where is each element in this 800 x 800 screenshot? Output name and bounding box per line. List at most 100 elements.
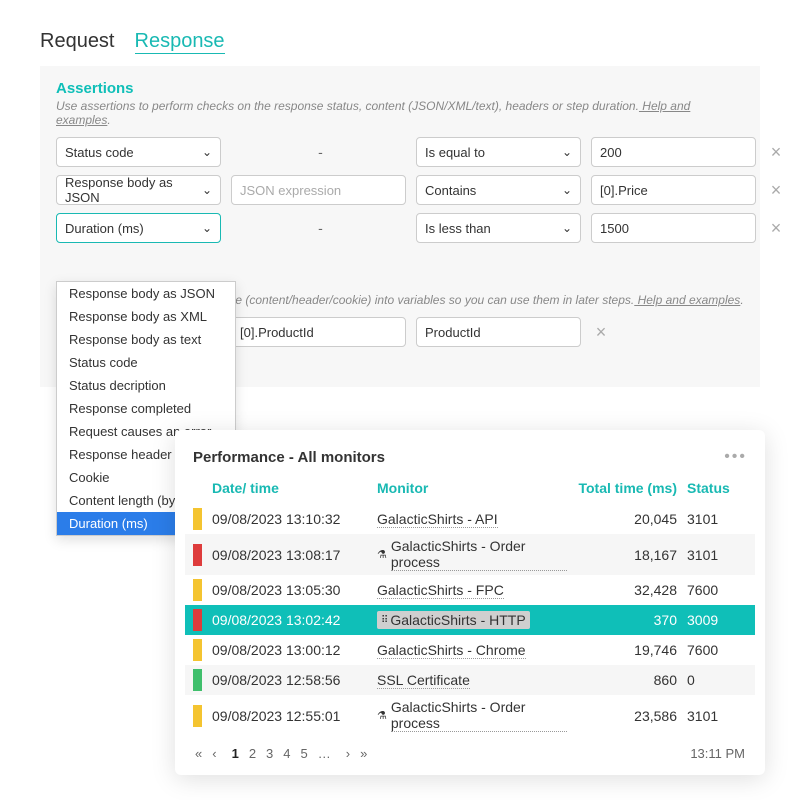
assertion-value-input[interactable]: [0].Price — [591, 175, 756, 205]
pager-page[interactable]: 4 — [283, 746, 290, 761]
assertion-row: Status code⌄ - Is equal to⌄ 200 × — [56, 137, 744, 167]
cell-datetime: 09/08/2023 13:08:17 — [212, 547, 367, 563]
cell-monitor: ⠿GalacticShirts - HTTP — [377, 611, 567, 629]
cell-status: 3101 — [687, 708, 757, 724]
chevron-down-icon: ⌄ — [562, 221, 572, 235]
performance-row[interactable]: 09/08/2023 13:08:17 ⚗GalacticShirts - Ord… — [185, 534, 755, 575]
dropdown-option[interactable]: Status code — [57, 351, 235, 374]
performance-row[interactable]: 09/08/2023 13:00:12 GalacticShirts - Chro… — [185, 635, 755, 665]
variables-description: onse (content/header/cookie) into variab… — [216, 293, 744, 307]
chevron-down-icon: ⌄ — [202, 145, 212, 159]
dropdown-option[interactable]: Status decription — [57, 374, 235, 397]
assertion-value-input[interactable]: 200 — [591, 137, 756, 167]
assertions-panel: Assertions Use assertions to perform che… — [40, 66, 760, 387]
cell-status: 3101 — [687, 511, 757, 527]
cell-total-time: 32,428 — [577, 582, 677, 598]
performance-row[interactable]: 09/08/2023 13:05:30 GalacticShirts - FPC 3… — [185, 575, 755, 605]
performance-card: Performance - All monitors ••• Date/ tim… — [175, 430, 765, 775]
performance-header: Date/ time Monitor Total time (ms) Statu… — [185, 476, 755, 504]
cell-total-time: 23,586 — [577, 708, 677, 724]
chevron-down-icon: ⌄ — [562, 145, 572, 159]
pager-page[interactable]: 5 — [301, 746, 308, 761]
assertion-comparator-select[interactable]: Is less than⌄ — [416, 213, 581, 243]
cell-total-time: 20,045 — [577, 511, 677, 527]
cell-monitor: GalacticShirts - Chrome — [377, 642, 567, 659]
pager-prev[interactable]: ‹ — [212, 746, 216, 761]
cell-monitor: GalacticShirts - API — [377, 511, 567, 528]
dropdown-option[interactable]: Response body as XML — [57, 305, 235, 328]
cell-datetime: 09/08/2023 12:58:56 — [212, 672, 367, 688]
performance-row[interactable]: 09/08/2023 12:58:56 SSL Certificate 860 0 — [185, 665, 755, 695]
assertion-row: Response body as JSON⌄ JSON expression C… — [56, 175, 744, 205]
col-datetime[interactable]: Date/ time — [212, 480, 367, 496]
status-color-bar — [193, 639, 202, 661]
cell-datetime: 09/08/2023 13:05:30 — [212, 582, 367, 598]
tab-response[interactable]: Response — [135, 30, 225, 54]
tab-request[interactable]: Request — [40, 30, 115, 54]
performance-title: Performance - All monitors — [193, 449, 385, 466]
assertion-comparator-select[interactable]: Contains⌄ — [416, 175, 581, 205]
assertion-source-select[interactable]: Duration (ms)⌄ — [56, 213, 221, 243]
cell-datetime: 09/08/2023 13:10:32 — [212, 511, 367, 527]
assertion-remove-button[interactable]: × — [766, 180, 786, 201]
assertion-row: Duration (ms)⌄ - Is less than⌄ 1500 × — [56, 213, 744, 243]
card-menu-icon[interactable]: ••• — [724, 448, 747, 466]
cell-monitor: GalacticShirts - FPC — [377, 582, 567, 599]
dropdown-option[interactable]: Response body as JSON — [57, 282, 235, 305]
grid-icon: ⠿ — [381, 615, 386, 626]
assertions-description: Use assertions to perform checks on the … — [56, 99, 744, 127]
variable-remove-button[interactable]: × — [591, 322, 611, 343]
dropdown-option[interactable]: Response body as text — [57, 328, 235, 351]
variable-expr-input[interactable]: [0].ProductId — [231, 317, 406, 347]
assertion-source-select[interactable]: Response body as JSON⌄ — [56, 175, 221, 205]
status-color-bar — [193, 579, 202, 601]
dropdown-option[interactable]: Response completed — [57, 397, 235, 420]
assertion-comparator-select[interactable]: Is equal to⌄ — [416, 137, 581, 167]
status-color-bar — [193, 705, 202, 727]
performance-row[interactable]: 09/08/2023 12:55:01 ⚗GalacticShirts - Ord… — [185, 695, 755, 736]
assertion-expr-placeholder: - — [231, 144, 406, 160]
pager: « ‹ 12345 … › » 13:11 PM — [185, 736, 755, 763]
status-color-bar — [193, 609, 202, 631]
pager-page[interactable]: 2 — [249, 746, 256, 761]
assertion-value-input[interactable]: 1500 — [591, 213, 756, 243]
cell-status: 0 — [687, 672, 757, 688]
pager-timestamp: 13:11 PM — [690, 746, 745, 761]
cell-total-time: 860 — [577, 672, 677, 688]
chevron-down-icon: ⌄ — [202, 183, 212, 197]
assertion-expr-input[interactable]: JSON expression — [231, 175, 406, 205]
pager-next[interactable]: › — [346, 746, 350, 761]
status-color-bar — [193, 544, 202, 566]
cell-datetime: 09/08/2023 13:00:12 — [212, 642, 367, 658]
cell-total-time: 19,746 — [577, 642, 677, 658]
assertion-remove-button[interactable]: × — [766, 218, 786, 239]
performance-row[interactable]: 09/08/2023 13:02:42 ⠿GalacticShirts - HTT… — [185, 605, 755, 635]
col-total-time[interactable]: Total time (ms) — [577, 480, 677, 496]
variables-help-link[interactable]: Help and examples — [634, 293, 740, 307]
pager-last[interactable]: » — [360, 746, 367, 761]
variable-name-input[interactable]: ProductId — [416, 317, 581, 347]
assertions-title: Assertions — [56, 80, 744, 97]
assertion-source-select[interactable]: Status code⌄ — [56, 137, 221, 167]
col-status[interactable]: Status — [687, 480, 757, 496]
cell-monitor: ⚗GalacticShirts - Order process — [377, 699, 567, 732]
performance-row[interactable]: 09/08/2023 13:10:32 GalacticShirts - API 2… — [185, 504, 755, 534]
cell-total-time: 370 — [577, 612, 677, 628]
cell-datetime: 09/08/2023 13:02:42 — [212, 612, 367, 628]
pager-page[interactable]: 1 — [232, 746, 239, 761]
pager-page[interactable]: 3 — [266, 746, 273, 761]
cell-monitor: ⚗GalacticShirts - Order process — [377, 538, 567, 571]
cell-status: 7600 — [687, 582, 757, 598]
status-color-bar — [193, 669, 202, 691]
cell-monitor: SSL Certificate — [377, 672, 567, 689]
pager-page[interactable]: … — [318, 746, 331, 761]
chevron-down-icon: ⌄ — [202, 221, 212, 235]
assertion-expr-placeholder: - — [231, 220, 406, 236]
cell-datetime: 09/08/2023 12:55:01 — [212, 708, 367, 724]
assertion-remove-button[interactable]: × — [766, 142, 786, 163]
flask-icon: ⚗ — [377, 548, 387, 561]
pager-first[interactable]: « — [195, 746, 202, 761]
cell-status: 7600 — [687, 642, 757, 658]
status-color-bar — [193, 508, 202, 530]
col-monitor[interactable]: Monitor — [377, 480, 567, 496]
